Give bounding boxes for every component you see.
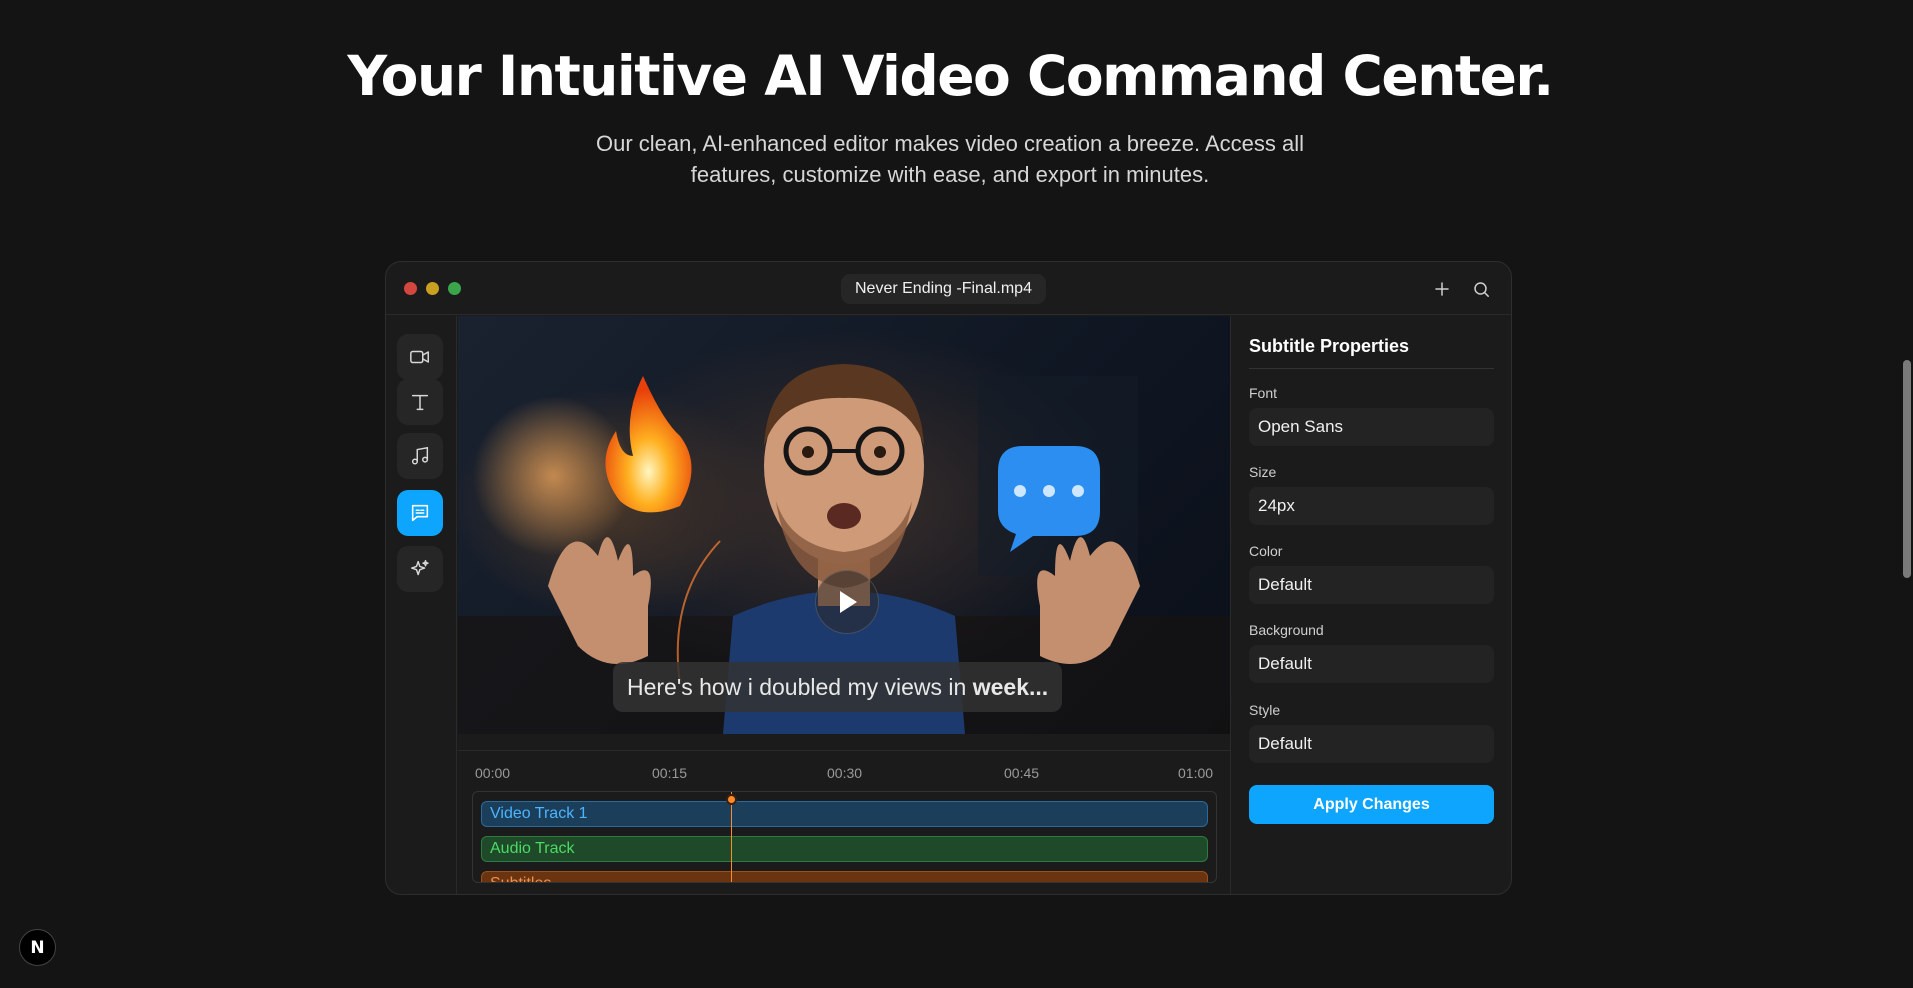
audio-track[interactable]: Audio Track [481,836,1208,862]
size-label: Size [1249,464,1277,480]
background-select[interactable]: Default [1249,645,1494,683]
video-camera-icon [410,350,429,364]
hero-subtitle: Our clean, AI-enhanced editor makes vide… [550,128,1350,190]
background-label: Background [1249,622,1324,638]
playhead-line[interactable] [731,792,732,882]
hero-subtitle-line-1: Our clean, AI-enhanced editor makes vide… [595,131,1305,156]
search-icon[interactable] [1469,277,1493,301]
caption-regular-text: Here's how i doubled my views in [627,674,973,700]
color-label: Color [1249,543,1283,559]
subtitle-properties-panel: Subtitle Properties Font Open Sans Size … [1230,316,1511,894]
page-scrollbar[interactable] [1903,360,1911,578]
properties-divider [1249,368,1494,369]
music-note-icon [411,446,429,465]
video-tool-button[interactable] [397,334,443,380]
tool-sidebar [386,316,457,894]
audio-tool-button[interactable] [397,433,443,479]
subtitle-caption[interactable]: Here's how i doubled my views in week... [613,662,1063,712]
color-select[interactable]: Default [1249,566,1494,604]
sparkles-icon [411,560,429,576]
timeline-tick: 00:15 [652,765,688,781]
subtitles-track[interactable]: Subtitles [481,871,1208,882]
timeline-tick: 00:00 [475,765,511,781]
timeline-tick: 01:00 [1178,765,1214,781]
timeline-panel: 00:00 00:15 00:30 00:45 01:00 Video Trac… [458,750,1230,894]
style-label: Style [1249,702,1281,718]
style-select[interactable]: Default [1249,725,1494,763]
properties-title: Subtitle Properties [1249,336,1410,356]
playhead-handle[interactable] [726,794,737,805]
caption-bold-text: week... [972,674,1049,700]
play-button[interactable] [815,570,879,634]
text-icon [411,394,429,411]
close-window-dot[interactable] [404,282,417,295]
video-preview[interactable]: Here's how i doubled my views in week... [458,316,1230,734]
play-icon [840,591,857,613]
timeline-tick: 00:30 [827,765,863,781]
plus-icon[interactable] [1430,277,1454,301]
minimize-window-dot[interactable] [426,282,439,295]
size-input[interactable]: 24px [1249,487,1494,525]
font-select[interactable]: Open Sans [1249,408,1494,446]
maximize-window-dot[interactable] [448,282,461,295]
window-titlebar: Never Ending -Final.mp4 [386,262,1511,315]
text-tool-button[interactable] [397,379,443,425]
hero-subtitle-line-2: features, customize with ease, and expor… [690,162,1210,187]
timeline-tick: 00:45 [1004,765,1040,781]
subtitles-tool-button[interactable] [397,490,443,536]
editor-window: Never Ending -Final.mp4 Here's how i dou… [385,261,1512,895]
video-track[interactable]: Video Track 1 [481,801,1208,827]
apply-changes-button[interactable]: Apply Changes [1249,785,1494,824]
ai-effects-tool-button[interactable] [397,546,443,592]
hero-title: Your Intuitive AI Video Command Center. [347,44,1554,108]
file-name-pill: Never Ending -Final.mp4 [841,274,1046,304]
subtitles-icon [411,504,429,522]
font-label: Font [1249,385,1278,401]
n-badge-icon[interactable]: N [19,929,56,966]
track-list: Video Track 1 Audio Track Subtitles [472,791,1217,883]
